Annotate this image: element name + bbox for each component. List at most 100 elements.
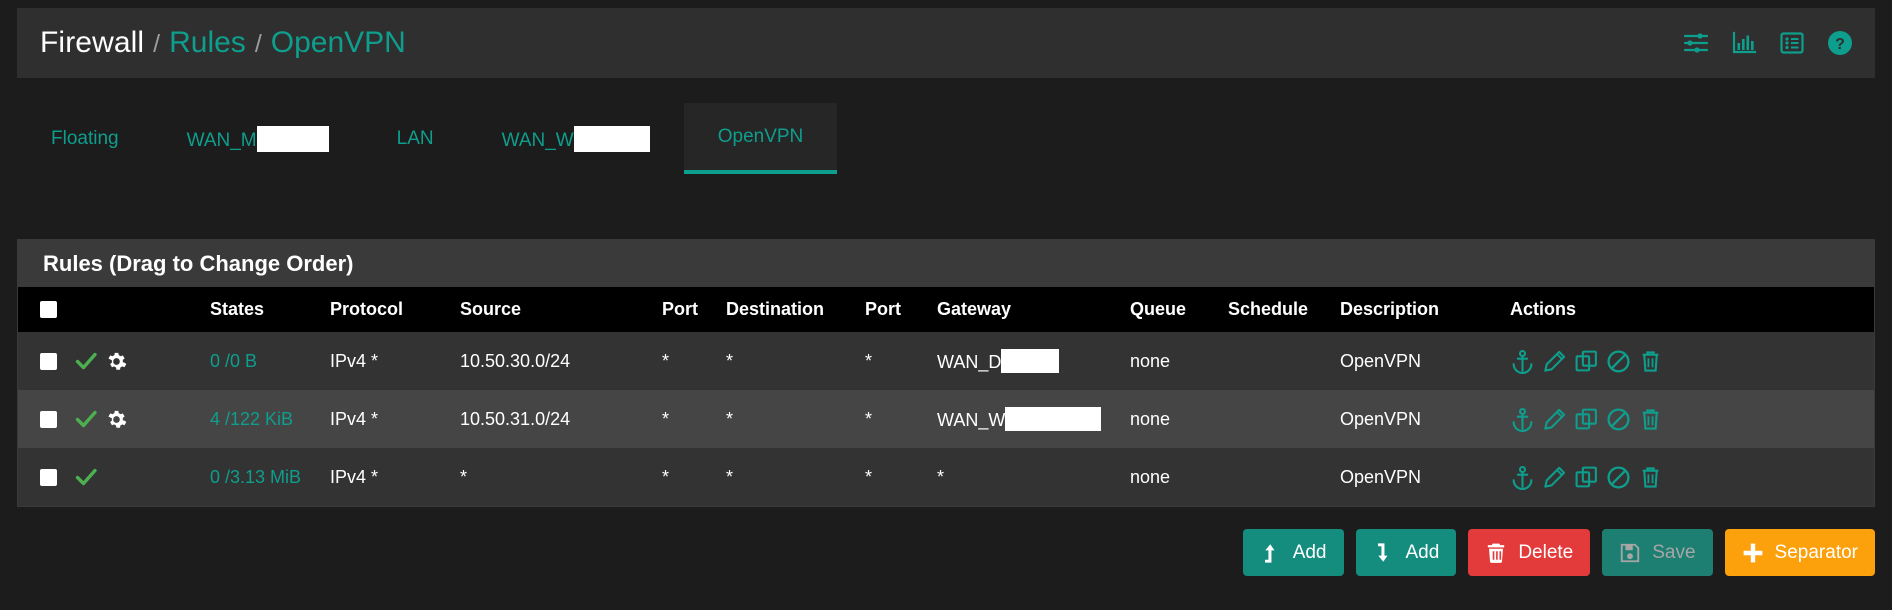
- button-label: Separator: [1774, 541, 1858, 563]
- row-states-cell: 0 /3.13 MiB: [174, 448, 324, 506]
- table-header-row: States Protocol Source Port Destination …: [18, 287, 1874, 332]
- table-row[interactable]: 0 /0 B IPv4 * 10.50.30.0/24 * * * WAN_D …: [18, 332, 1874, 390]
- firewall-rules-page: Firewall / Rules / OpenVPN ? Floating WA…: [0, 0, 1892, 610]
- delete-icon[interactable]: [1638, 349, 1663, 374]
- gear-icon[interactable]: [106, 409, 127, 430]
- block-icon[interactable]: [1606, 465, 1631, 490]
- row-source-cell: 10.50.31.0/24: [460, 408, 571, 429]
- svg-text:?: ?: [1835, 36, 1845, 53]
- save-icon: [1619, 542, 1641, 564]
- row-checkbox[interactable]: [40, 468, 57, 486]
- row-schedule-cell: [1222, 448, 1332, 506]
- button-label: Save: [1652, 541, 1696, 563]
- row-queue-cell: none: [1130, 408, 1171, 429]
- sliders-icon[interactable]: [1683, 30, 1709, 56]
- states-value[interactable]: 4 /122 KiB: [210, 409, 293, 429]
- tab-floating[interactable]: Floating: [17, 103, 153, 174]
- redaction-box: [256, 125, 329, 152]
- rules-action-bar: Add Add Delete Save Separator: [1242, 529, 1875, 576]
- row-select-cell: [18, 390, 74, 448]
- row-select-cell: [18, 448, 74, 506]
- edit-icon[interactable]: [1542, 465, 1567, 490]
- tab-openvpn[interactable]: OpenVPN: [683, 103, 838, 174]
- edit-icon[interactable]: [1542, 349, 1567, 374]
- anchor-icon[interactable]: [1510, 349, 1535, 374]
- breadcrumb-separator-1: /: [153, 30, 161, 58]
- gateway-value: WAN_D: [937, 352, 1002, 372]
- tab-wan-m[interactable]: WAN_M: [153, 103, 363, 174]
- anchor-icon[interactable]: [1510, 407, 1535, 432]
- rules-panel: Rules (Drag to Change Order) States Prot…: [17, 239, 1875, 507]
- block-icon[interactable]: [1606, 349, 1631, 374]
- states-value[interactable]: 0 /0 B: [210, 351, 257, 371]
- list-icon[interactable]: [1779, 30, 1805, 56]
- add-up-button[interactable]: Add: [1242, 529, 1344, 576]
- tab-label: Floating: [51, 127, 119, 149]
- delete-icon[interactable]: [1638, 465, 1663, 490]
- row-description-cell: OpenVPN: [1340, 466, 1422, 487]
- actions-header: Actions: [1510, 299, 1577, 319]
- description-header: Description: [1340, 299, 1440, 319]
- tab-label: OpenVPN: [717, 125, 804, 147]
- copy-icon[interactable]: [1574, 465, 1599, 490]
- rule-interface-tabs: Floating WAN_M LAN WAN_W OpenVPN: [17, 103, 1875, 174]
- row-schedule-cell: [1222, 390, 1332, 448]
- row-source-cell: *: [460, 466, 468, 487]
- block-icon[interactable]: [1606, 407, 1631, 432]
- breadcrumb-root: Firewall: [40, 26, 145, 59]
- table-row[interactable]: 4 /122 KiB IPv4 * 10.50.31.0/24 * * * WA…: [18, 390, 1874, 448]
- row-destination-port-cell: *: [865, 408, 873, 429]
- states-value[interactable]: 0 /3.13 MiB: [210, 467, 301, 487]
- row-description-cell: OpenVPN: [1340, 350, 1422, 371]
- source-port-header: Port: [662, 299, 698, 319]
- delete-button[interactable]: Delete: [1468, 529, 1591, 576]
- redaction-box: [1005, 407, 1102, 431]
- help-icon[interactable]: ?: [1827, 30, 1853, 56]
- button-label: Add: [1405, 541, 1440, 563]
- anchor-icon[interactable]: [1510, 465, 1535, 490]
- breadcrumb-current[interactable]: OpenVPN: [271, 26, 406, 60]
- chart-icon[interactable]: [1731, 30, 1757, 56]
- rules-table-body: 0 /0 B IPv4 * 10.50.30.0/24 * * * WAN_D …: [18, 332, 1874, 506]
- rules-table: States Protocol Source Port Destination …: [18, 287, 1874, 506]
- gear-icon[interactable]: [106, 351, 127, 372]
- redaction-box: [573, 125, 650, 152]
- gateway-value: *: [937, 466, 945, 487]
- save-button[interactable]: Save: [1602, 529, 1713, 576]
- row-protocol-cell: IPv4 *: [330, 408, 379, 429]
- copy-icon[interactable]: [1574, 407, 1599, 432]
- tab-lan[interactable]: LAN: [363, 103, 468, 174]
- row-actions-cell: [1492, 332, 1874, 390]
- row-destination-cell: *: [726, 408, 734, 429]
- gateway-header: Gateway: [937, 299, 1012, 319]
- edit-icon[interactable]: [1542, 407, 1567, 432]
- check-icon: [74, 465, 98, 489]
- gateway-value: WAN_W: [937, 410, 1006, 430]
- breadcrumb-separator-2: /: [254, 30, 262, 58]
- row-states-cell: 4 /122 KiB: [174, 390, 324, 448]
- row-destination-cell: *: [726, 350, 734, 371]
- add-down-button[interactable]: Add: [1355, 529, 1457, 576]
- separator-button[interactable]: Separator: [1724, 529, 1875, 576]
- breadcrumb-rules-link[interactable]: Rules: [169, 26, 246, 60]
- row-source-cell: 10.50.30.0/24: [460, 350, 571, 371]
- row-checkbox[interactable]: [40, 410, 57, 428]
- row-select-cell: [18, 332, 74, 390]
- row-destination-cell: *: [726, 466, 734, 487]
- table-row[interactable]: 0 /3.13 MiB IPv4 * * * * * * none OpenVP…: [18, 448, 1874, 506]
- copy-icon[interactable]: [1574, 349, 1599, 374]
- delete-icon[interactable]: [1638, 407, 1663, 432]
- row-checkbox[interactable]: [40, 352, 57, 370]
- row-gateway-cell: WAN_D: [927, 332, 1122, 390]
- row-source-port-cell: *: [662, 408, 670, 429]
- arrow-down-icon: [1373, 542, 1395, 564]
- destination-header: Destination: [726, 299, 825, 319]
- page-header: Firewall / Rules / OpenVPN ?: [17, 8, 1875, 78]
- status-header: [74, 287, 174, 332]
- select-all-checkbox[interactable]: [40, 301, 57, 318]
- panel-title: Rules (Drag to Change Order): [18, 240, 1874, 287]
- row-protocol-cell: IPv4 *: [330, 350, 379, 371]
- tab-wan-w[interactable]: WAN_W: [468, 103, 684, 174]
- plus-icon: [1742, 542, 1764, 564]
- destination-port-header: Port: [865, 299, 901, 319]
